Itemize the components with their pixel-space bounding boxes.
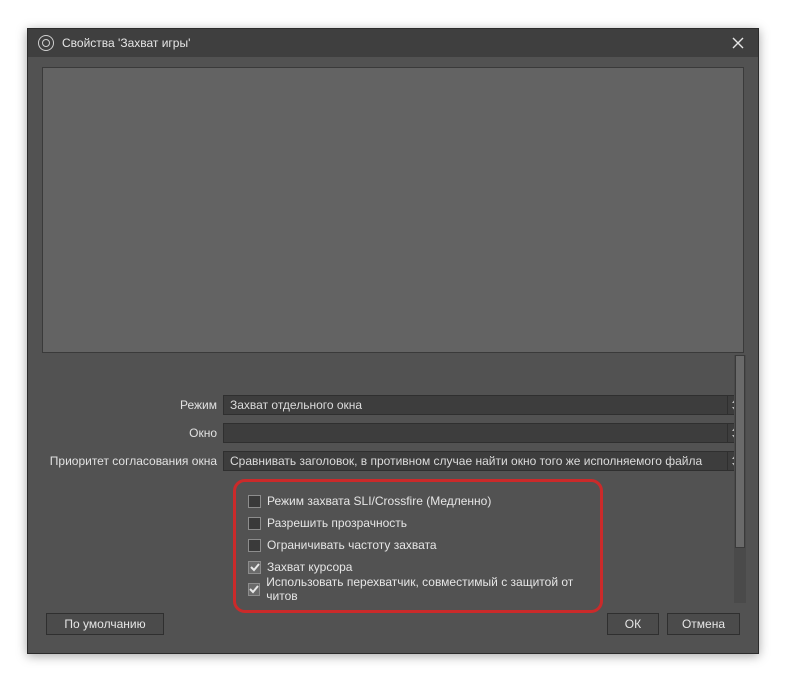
scrollbar-thumb[interactable] xyxy=(735,355,745,548)
row-window: Окно xyxy=(42,421,744,445)
checkbox-label: Разрешить прозрачность xyxy=(267,516,407,530)
checkbox-label: Захват курсора xyxy=(267,560,352,574)
check-limit-fps[interactable]: Ограничивать частоту захвата xyxy=(248,534,586,556)
checkbox-label: Использовать перехватчик, совместимый с … xyxy=(266,575,586,603)
checkbox-label: Ограничивать частоту захвата xyxy=(267,538,437,552)
close-icon xyxy=(732,37,744,49)
checkbox-icon xyxy=(248,561,261,574)
checkbox-label: Режим захвата SLI/Crossfire (Медленно) xyxy=(267,494,491,508)
checkbox-icon xyxy=(248,495,261,508)
select-window[interactable] xyxy=(223,423,728,443)
close-button[interactable] xyxy=(726,31,750,55)
checkbox-group-highlight: Режим захвата SLI/Crossfire (Медленно) Р… xyxy=(233,479,603,613)
checkbox-icon xyxy=(248,583,260,596)
form-area: Режим Захват отдельного окна Окно xyxy=(42,353,744,607)
row-mode: Режим Захват отдельного окна xyxy=(42,393,744,417)
label-mode: Режим xyxy=(42,398,223,412)
checkbox-icon xyxy=(248,539,261,552)
app-icon xyxy=(38,35,54,51)
preview-area xyxy=(42,67,744,353)
label-window: Окно xyxy=(42,426,223,440)
titlebar: Свойства 'Захват игры' xyxy=(28,29,758,57)
check-transparency[interactable]: Разрешить прозрачность xyxy=(248,512,586,534)
label-priority: Приоритет согласования окна xyxy=(42,454,223,468)
dialog-body: Режим Захват отдельного окна Окно xyxy=(28,57,758,653)
defaults-button[interactable]: По умолчанию xyxy=(46,613,164,635)
checkbox-icon xyxy=(248,517,261,530)
properties-dialog: Свойства 'Захват игры' Режим Захват отде… xyxy=(27,28,759,654)
scrollbar-vertical[interactable] xyxy=(734,355,746,603)
select-priority[interactable]: Сравнивать заголовок, в противном случае… xyxy=(223,451,728,471)
check-anticheat-hook[interactable]: Использовать перехватчик, совместимый с … xyxy=(248,578,586,600)
select-mode[interactable]: Захват отдельного окна xyxy=(223,395,728,415)
cancel-button[interactable]: Отмена xyxy=(667,613,740,635)
ok-button[interactable]: ОК xyxy=(607,613,659,635)
row-priority: Приоритет согласования окна Сравнивать з… xyxy=(42,449,744,473)
dialog-title: Свойства 'Захват игры' xyxy=(62,36,726,50)
check-sli[interactable]: Режим захвата SLI/Crossfire (Медленно) xyxy=(248,490,586,512)
